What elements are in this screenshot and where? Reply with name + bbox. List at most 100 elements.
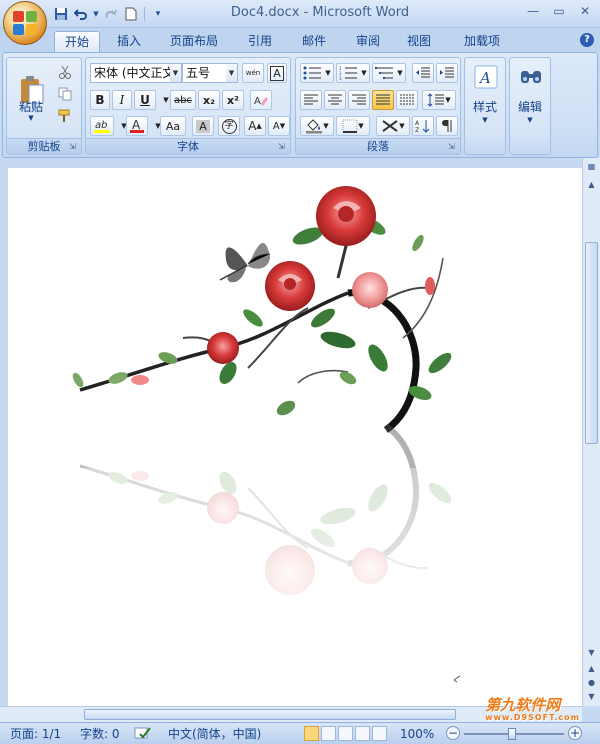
full-screen-reading-icon[interactable] xyxy=(321,726,336,741)
document-area xyxy=(0,158,582,706)
horizontal-scroll-thumb[interactable] xyxy=(84,709,456,720)
editing-dropdown-icon[interactable]: ▼ xyxy=(510,116,550,124)
customize-qat-icon[interactable]: ▾ xyxy=(149,5,167,23)
font-name-select[interactable]: 宋体 (中文正文 ▼ xyxy=(90,63,182,83)
find-icon[interactable] xyxy=(516,62,546,92)
superscript-button[interactable]: x² xyxy=(222,90,244,110)
bold-button[interactable]: B xyxy=(90,90,110,110)
grow-font-button[interactable]: A ▲ xyxy=(244,116,266,136)
borders-icon xyxy=(342,119,358,133)
rose-butterfly-image xyxy=(8,186,582,706)
char-shading-icon[interactable]: A xyxy=(192,116,214,136)
redo-icon[interactable] xyxy=(102,5,120,23)
multilevel-list-button[interactable]: ▼ xyxy=(372,63,406,83)
font-color-icon: A xyxy=(130,118,144,133)
outline-view-icon[interactable] xyxy=(355,726,370,741)
tab-insert[interactable]: 插入 xyxy=(107,31,151,52)
rose-branch xyxy=(72,186,452,433)
new-doc-icon[interactable] xyxy=(122,5,140,23)
close-icon[interactable]: ✕ xyxy=(574,2,596,20)
previous-page-icon[interactable]: ▲ xyxy=(585,662,598,676)
numbering-button[interactable]: 123 ▼ xyxy=(336,63,370,83)
clear-format-button[interactable]: wén xyxy=(242,63,264,83)
maximize-icon[interactable]: ▭ xyxy=(548,2,570,20)
undo-icon[interactable] xyxy=(72,5,90,23)
scroll-up-icon[interactable]: ▲ xyxy=(585,178,598,192)
styles-dropdown-icon[interactable]: ▼ xyxy=(465,116,505,124)
sort-icon[interactable]: AZ xyxy=(412,116,434,136)
copy-icon[interactable] xyxy=(55,84,75,104)
next-page-icon[interactable]: ▼ xyxy=(585,690,598,704)
svg-text:A: A xyxy=(415,120,420,127)
document-page[interactable] xyxy=(8,168,582,706)
numbering-icon: 123 xyxy=(339,66,358,80)
qat-separator xyxy=(144,7,145,21)
change-case-button[interactable]: Aa xyxy=(160,116,186,136)
subscript-button[interactable]: x₂ xyxy=(198,90,220,110)
zoom-level[interactable]: 100% xyxy=(400,726,434,742)
paragraph-launcher-icon[interactable]: ⇲ xyxy=(448,142,458,152)
butterfly xyxy=(219,242,271,283)
shrink-font-button[interactable]: A ▼ xyxy=(268,116,290,136)
align-right-icon[interactable] xyxy=(348,90,370,110)
italic-button[interactable]: I xyxy=(112,90,132,110)
styles-icon[interactable]: A xyxy=(471,62,501,92)
cut-icon[interactable] xyxy=(55,62,75,82)
web-layout-icon[interactable] xyxy=(338,726,353,741)
page-count[interactable]: 页面: 1/1 xyxy=(10,726,61,742)
tab-references[interactable]: 引用 xyxy=(238,31,282,52)
ruler-toggle-icon[interactable]: ▦ xyxy=(585,160,598,174)
print-layout-view-icon[interactable] xyxy=(304,726,319,741)
tab-page-layout[interactable]: 页面布局 xyxy=(162,31,226,52)
paste-dropdown-icon[interactable]: ▼ xyxy=(11,114,51,122)
tab-home[interactable]: 开始 xyxy=(54,31,100,52)
bullets-button[interactable]: ▼ xyxy=(300,63,334,83)
underline-button[interactable]: U xyxy=(134,90,156,110)
enclose-char-icon[interactable]: 字 xyxy=(218,116,240,136)
draft-view-icon[interactable] xyxy=(372,726,387,741)
align-left-icon[interactable] xyxy=(300,90,322,110)
paint-bucket-icon xyxy=(306,119,323,134)
vertical-scroll-thumb[interactable] xyxy=(585,242,598,444)
font-size-value: 五号 xyxy=(186,66,211,80)
borders-button[interactable]: ▼ xyxy=(336,116,370,136)
minimize-icon[interactable]: — xyxy=(522,2,544,20)
save-icon[interactable] xyxy=(52,5,70,23)
tab-mailings[interactable]: 邮件 xyxy=(292,31,336,52)
font-size-select[interactable]: 五号 ▼ xyxy=(182,63,238,83)
clear-formatting-icon[interactable]: A xyxy=(250,90,272,110)
justify-icon[interactable] xyxy=(372,90,394,110)
tab-view[interactable]: 视图 xyxy=(397,31,441,52)
zoom-in-icon[interactable]: + xyxy=(568,726,582,740)
shading-button[interactable]: ▼ xyxy=(300,116,334,136)
strikethrough-button[interactable]: abc xyxy=(170,90,196,110)
help-icon[interactable]: ? xyxy=(580,33,594,47)
line-spacing-button[interactable]: ▼ xyxy=(422,90,456,110)
highlight-button[interactable]: ab xyxy=(90,116,114,136)
vertical-scrollbar[interactable]: ▦ ▲ ▼ ▲ ● ▼ xyxy=(582,158,600,706)
tab-add-ins[interactable]: 加载项 xyxy=(454,31,510,52)
format-painter-icon[interactable] xyxy=(55,106,75,126)
scroll-down-icon[interactable]: ▼ xyxy=(585,646,598,660)
zoom-slider-thumb[interactable] xyxy=(508,728,516,740)
clipboard-launcher-icon[interactable]: ⇲ xyxy=(69,142,79,152)
zoom-out-icon[interactable]: − xyxy=(446,726,460,740)
distributed-icon[interactable] xyxy=(396,90,418,110)
language-indicator[interactable]: 中文(简体，中国) xyxy=(168,726,261,742)
office-button[interactable] xyxy=(3,1,47,45)
font-launcher-icon[interactable]: ⇲ xyxy=(278,142,288,152)
tab-review[interactable]: 审阅 xyxy=(346,31,390,52)
browse-object-icon[interactable]: ● xyxy=(585,676,598,690)
show-marks-icon[interactable] xyxy=(436,116,458,136)
chinese-layout-button[interactable]: ▼ xyxy=(376,116,410,136)
char-border-icon[interactable]: A xyxy=(267,63,287,83)
svg-text:3: 3 xyxy=(339,76,342,80)
decrease-indent-icon[interactable] xyxy=(412,63,434,83)
increase-indent-icon[interactable] xyxy=(436,63,458,83)
font-color-button[interactable]: A xyxy=(126,116,148,136)
align-center-icon[interactable] xyxy=(324,90,346,110)
word-count[interactable]: 字数: 0 xyxy=(80,726,120,742)
undo-dropdown-icon[interactable]: ▼ xyxy=(92,5,100,23)
proofing-icon[interactable] xyxy=(134,726,152,742)
svg-text:Z: Z xyxy=(415,127,419,133)
